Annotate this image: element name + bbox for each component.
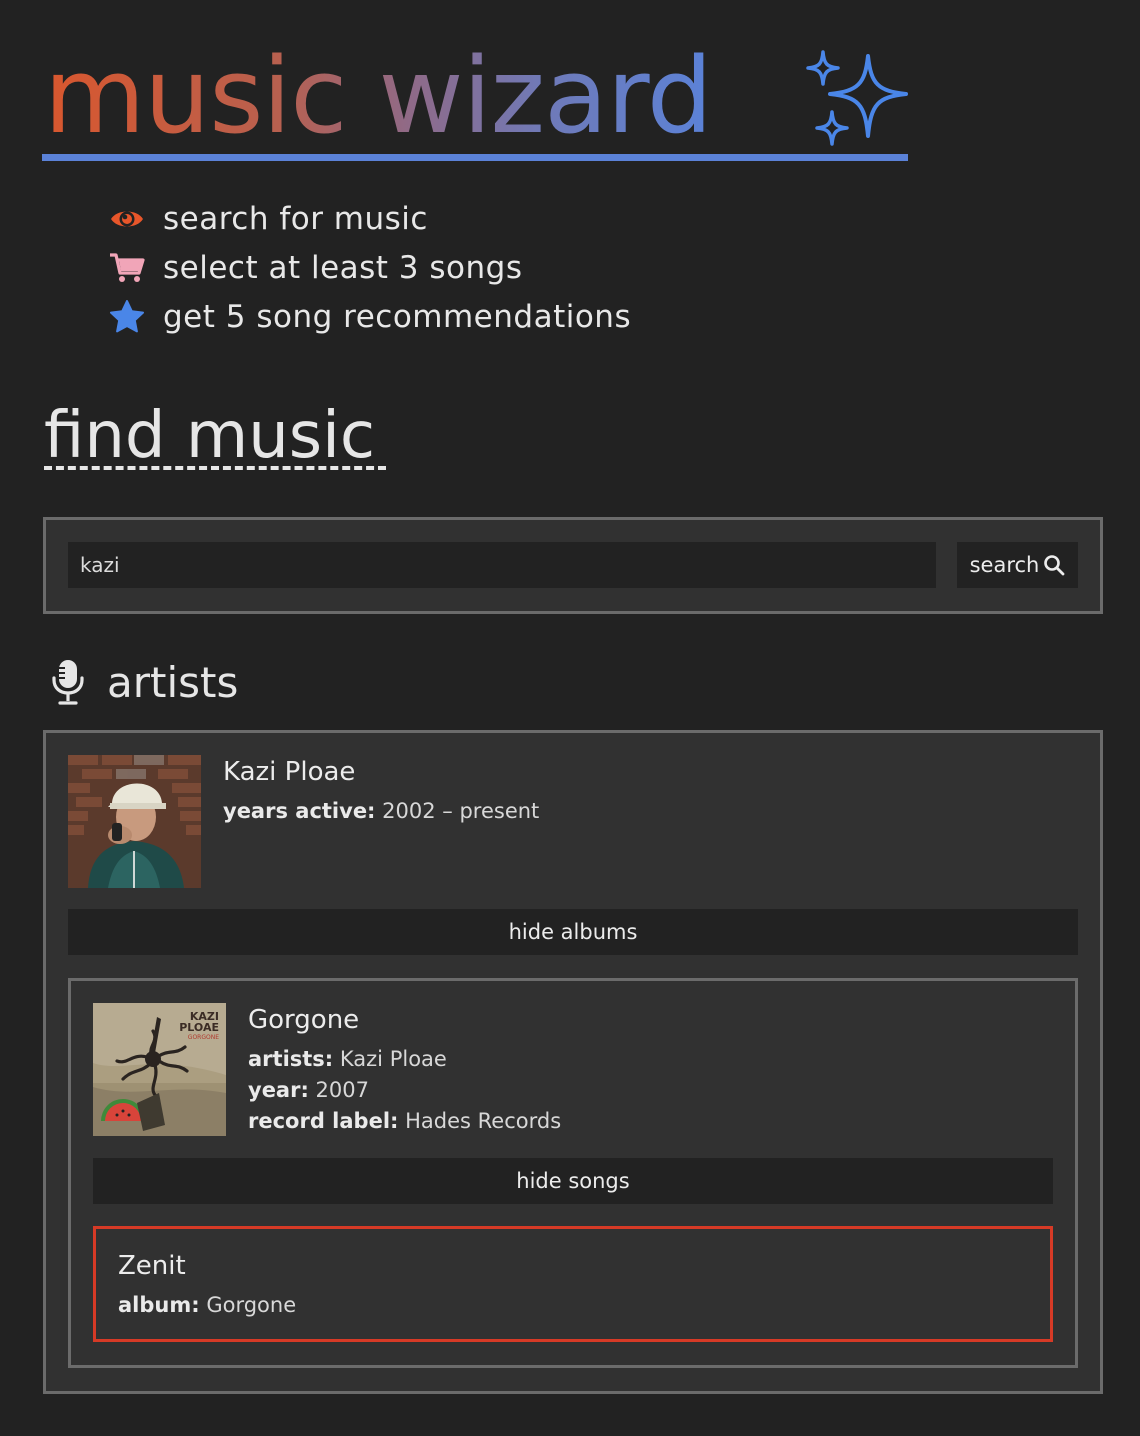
app-title: music wizard xyxy=(44,28,713,164)
artists-heading: artists xyxy=(50,652,238,712)
app-logo: music wizard xyxy=(42,28,908,164)
artist-photo xyxy=(68,755,201,888)
meta-label: year: xyxy=(248,1078,309,1102)
step-text: search for music xyxy=(163,200,428,237)
album-year: year: 2007 xyxy=(248,1078,369,1102)
find-music-title: find music xyxy=(44,399,376,473)
step-select: select at least 3 songs xyxy=(108,243,808,292)
title-underline xyxy=(42,154,908,161)
meta-label: record label: xyxy=(248,1109,399,1133)
search-input[interactable] xyxy=(68,542,936,588)
meta-label: album: xyxy=(118,1293,200,1317)
step-search: search for music xyxy=(108,194,808,243)
find-music-underline xyxy=(44,466,386,470)
search-button-label: search xyxy=(969,553,1040,577)
step-text: get 5 song recommendations xyxy=(163,298,632,335)
magnifier-icon xyxy=(1044,555,1065,576)
meta-value: Hades Records xyxy=(405,1109,562,1133)
cart-icon xyxy=(108,249,146,287)
step-text: select at least 3 songs xyxy=(163,249,523,286)
song-title: Zenit xyxy=(118,1251,186,1281)
steps-list: search for music select at least 3 songs… xyxy=(108,194,808,341)
album-title: Gorgone xyxy=(248,1005,360,1035)
artist-card: Kazi Ploae years active: 2002 – present … xyxy=(43,730,1103,1394)
microphone-icon xyxy=(52,660,84,705)
meta-value: Gorgone xyxy=(206,1293,297,1317)
album-cover: KAZI PLOAE GORGONE xyxy=(93,1003,226,1136)
song-card[interactable]: Zenit album: Gorgone xyxy=(93,1226,1053,1342)
artists-title: artists xyxy=(107,657,239,707)
step-recommend: get 5 song recommendations xyxy=(108,292,808,341)
search-button[interactable]: search xyxy=(957,542,1078,588)
cover-text: GORGONE xyxy=(188,1034,219,1041)
meta-value: Kazi Ploae xyxy=(339,1047,447,1071)
search-bar: search xyxy=(43,517,1103,614)
meta-label: years active: xyxy=(223,799,376,823)
sparkles-icon xyxy=(806,50,908,146)
artist-years-active: years active: 2002 – present xyxy=(223,799,539,823)
eye-icon xyxy=(108,200,146,238)
meta-value: 2007 xyxy=(315,1078,369,1102)
song-album: album: Gorgone xyxy=(118,1293,296,1317)
cover-text: PLOAE xyxy=(179,1021,219,1034)
hide-albums-button[interactable]: hide albums xyxy=(68,909,1078,955)
album-artists: artists: Kazi Ploae xyxy=(248,1047,447,1071)
album-record-label: record label: Hades Records xyxy=(248,1109,561,1133)
hide-songs-button[interactable]: hide songs xyxy=(93,1158,1053,1204)
meta-value: 2002 – present xyxy=(382,799,540,823)
star-icon xyxy=(108,298,146,336)
artist-name: Kazi Ploae xyxy=(223,757,356,787)
album-card: KAZI PLOAE GORGONE Gorgone artists: Kazi… xyxy=(68,978,1078,1368)
meta-label: artists: xyxy=(248,1047,334,1071)
